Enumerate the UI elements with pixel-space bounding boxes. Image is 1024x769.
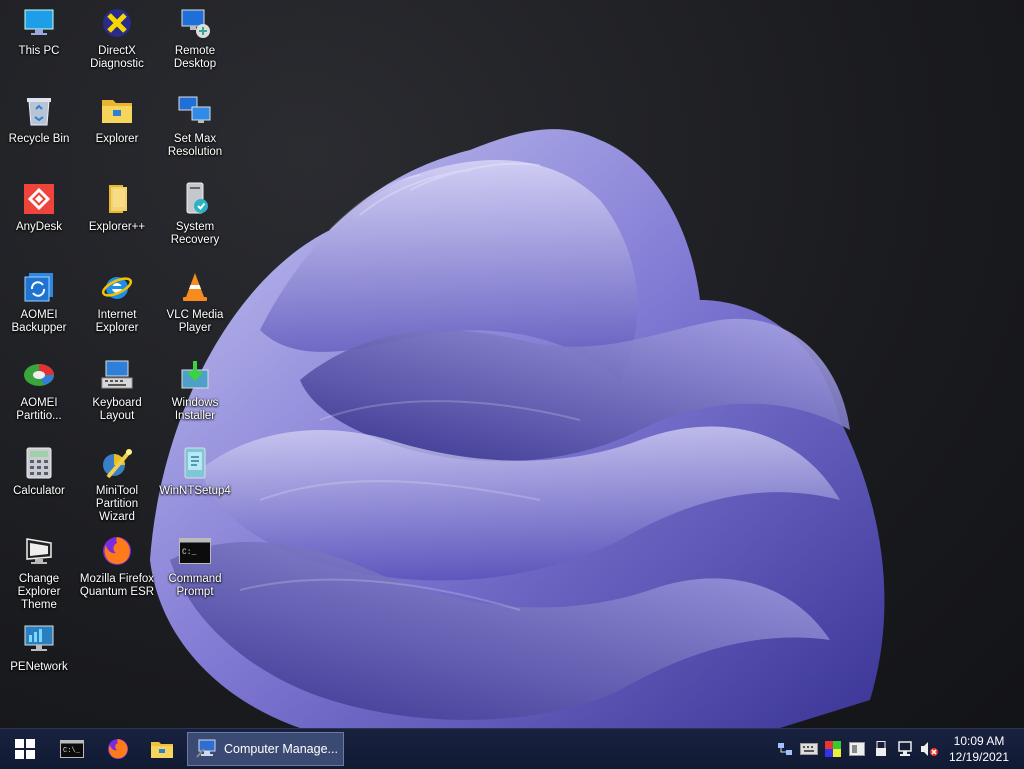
anydesk-icon bbox=[22, 182, 56, 216]
desktop-icon-label: System Recovery bbox=[170, 221, 220, 246]
desktop-icon-label: Recycle Bin bbox=[8, 133, 70, 145]
network-monitor-icon[interactable] bbox=[896, 740, 914, 758]
desktop-icon[interactable]: VLC Media Player bbox=[156, 270, 234, 335]
firefox-icon bbox=[108, 739, 128, 759]
desktop[interactable]: This PC DirectX Diagnostic Remote Desktop R… bbox=[0, 0, 1024, 728]
system-recovery-icon bbox=[178, 182, 212, 216]
color-icon[interactable] bbox=[824, 740, 842, 758]
desktop-icon-label: Explorer bbox=[95, 133, 139, 145]
command-prompt-icon: C:\_ bbox=[60, 740, 84, 758]
remote-desktop-icon bbox=[178, 6, 212, 40]
firefox-icon bbox=[100, 534, 134, 568]
command-prompt-icon: C:_ bbox=[178, 534, 212, 568]
desktop-icon-label: PENetwork bbox=[10, 661, 68, 673]
desktop-icon-label: Mozilla Firefox Quantum ESR bbox=[79, 573, 155, 598]
desktop-icon[interactable]: AnyDesk bbox=[0, 182, 78, 234]
svg-text:C:\_: C:\_ bbox=[63, 747, 81, 755]
desktop-icon[interactable]: This PC bbox=[0, 6, 78, 58]
theme-monitor-icon bbox=[22, 534, 56, 568]
desktop-icon-label: AOMEI Partitio... bbox=[16, 397, 62, 422]
svg-text:C:_: C:_ bbox=[182, 548, 197, 557]
desktop-icon-label: MiniTool Partition Wizard bbox=[95, 485, 139, 523]
desktop-icon-label: WinNTSetup4 bbox=[159, 485, 231, 497]
penetwork-icon bbox=[22, 622, 56, 656]
desktop-icon-label: Set Max Resolution bbox=[167, 133, 223, 158]
system-tray bbox=[776, 729, 938, 769]
desktop-icon-label: This PC bbox=[18, 45, 60, 57]
pinned-command-prompt[interactable]: C:\_ bbox=[54, 729, 90, 769]
volume-muted-icon[interactable] bbox=[920, 740, 938, 758]
desktop-icon[interactable]: DirectX Diagnostic bbox=[78, 6, 156, 71]
desktop-icon[interactable]: Windows Installer bbox=[156, 358, 234, 423]
minitool-wizard-icon bbox=[100, 446, 134, 480]
desktop-icon-label: AOMEI Backupper bbox=[11, 309, 67, 334]
desktop-icon[interactable]: AOMEI Partitio... bbox=[0, 358, 78, 423]
desktop-icon[interactable]: Remote Desktop bbox=[156, 6, 234, 71]
desktop-icon[interactable]: Internet Explorer bbox=[78, 270, 156, 335]
desktop-icon[interactable]: Mozilla Firefox Quantum ESR bbox=[78, 534, 156, 599]
keyboard-icon[interactable] bbox=[800, 740, 818, 758]
desktop-icon[interactable]: Keyboard Layout bbox=[78, 358, 156, 423]
taskbar-clock[interactable]: 10:09 AM 12/19/2021 bbox=[944, 733, 1014, 765]
desktop-icon-label: Keyboard Layout bbox=[92, 397, 142, 422]
desktop-icon[interactable]: Explorer bbox=[78, 94, 156, 146]
aomei-backupper-icon bbox=[22, 270, 56, 304]
desktop-icon-label: AnyDesk bbox=[15, 221, 63, 233]
desktop-icon[interactable]: MiniTool Partition Wizard bbox=[78, 446, 156, 524]
desktop-icon-label: Windows Installer bbox=[171, 397, 219, 422]
monitor-icon bbox=[22, 6, 56, 40]
pinned-firefox[interactable] bbox=[100, 729, 136, 769]
desktop-icon-label: Remote Desktop bbox=[173, 45, 217, 70]
display-icon[interactable] bbox=[848, 740, 866, 758]
desktop-icon-label: Internet Explorer bbox=[95, 309, 139, 334]
desktop-icon-label: Calculator bbox=[13, 485, 65, 497]
desktop-icon-label: Change Explorer Theme bbox=[17, 573, 61, 611]
recycle-bin-icon bbox=[22, 94, 56, 128]
desktop-icon[interactable]: Recycle Bin bbox=[0, 94, 78, 146]
calculator-icon bbox=[22, 446, 56, 480]
windows-start-icon bbox=[15, 739, 35, 759]
desktop-icon[interactable]: Explorer++ bbox=[78, 182, 156, 234]
task-title: Computer Manage... bbox=[224, 742, 338, 756]
pinned-explorer[interactable] bbox=[144, 729, 180, 769]
network-icon[interactable] bbox=[776, 740, 794, 758]
aomei-partition-icon bbox=[22, 358, 56, 392]
desktop-icon[interactable]: Calculator bbox=[0, 446, 78, 498]
desktop-icon[interactable]: Change Explorer Theme bbox=[0, 534, 78, 612]
desktop-icon-label: Explorer++ bbox=[88, 221, 146, 233]
folder-icon bbox=[151, 742, 173, 758]
keyboard-layout-icon bbox=[100, 358, 134, 392]
clock-time: 10:09 AM bbox=[953, 734, 1005, 748]
taskbar: C:\_ Computer Manage... 10:09 AM 12/19/2… bbox=[0, 728, 1024, 769]
task-computer-management[interactable]: Computer Manage... bbox=[187, 732, 344, 766]
desktop-icon-label: Command Prompt bbox=[168, 573, 222, 598]
monitors-icon bbox=[178, 94, 212, 128]
windows-installer-icon bbox=[178, 358, 212, 392]
desktop-icon[interactable]: Set Max Resolution bbox=[156, 94, 234, 159]
folder-plus-icon bbox=[100, 182, 134, 216]
vlc-cone-icon bbox=[178, 270, 212, 304]
desktop-icon-label: DirectX Diagnostic bbox=[90, 45, 144, 70]
winntsetup-icon bbox=[178, 446, 212, 480]
internet-explorer-icon bbox=[100, 270, 134, 304]
usb-icon[interactable] bbox=[872, 740, 890, 758]
desktop-icon[interactable]: AOMEI Backupper bbox=[0, 270, 78, 335]
desktop-icon-label: VLC Media Player bbox=[166, 309, 224, 334]
start-button[interactable] bbox=[0, 729, 50, 769]
desktop-icon[interactable]: System Recovery bbox=[156, 182, 234, 247]
desktop-icon[interactable]: PENetwork bbox=[0, 622, 78, 674]
desktop-icon[interactable]: C:_ Command Prompt bbox=[156, 534, 234, 599]
clock-date: 12/19/2021 bbox=[948, 750, 1010, 764]
folder-icon bbox=[100, 94, 134, 128]
computer-management-icon bbox=[196, 739, 216, 758]
directx-icon bbox=[100, 6, 134, 40]
desktop-icon[interactable]: WinNTSetup4 bbox=[156, 446, 234, 498]
